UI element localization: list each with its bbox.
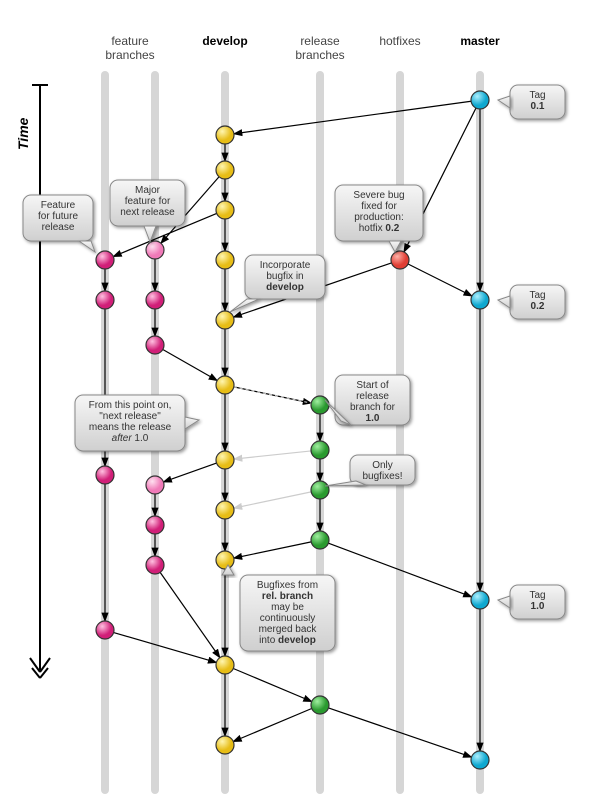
n-hotfix-line3: hotfix 0.2 [359,223,400,234]
edge-f3c-d9 [160,572,220,657]
commit-r4 [311,696,329,714]
commit-d10 [216,736,234,754]
commit-d0 [216,126,234,144]
edge-m0-d0 [234,101,471,134]
n-nextrel-line3: after 1.0 [112,433,149,444]
commit-d5 [216,376,234,394]
n-hotfix-line0: Severe bug [353,190,404,201]
n-merge-back-line4: merged back [259,624,318,635]
n-merge-back-line5: into develop [259,635,316,646]
edge-r1-d6 [234,451,311,459]
edge-r4-d10 [233,708,311,741]
commit-m1 [471,291,489,309]
n-merge-back: Bugfixes fromrel. branchmay becontinuous… [222,565,335,651]
edge-d9-r4 [233,668,311,701]
n-merge-back-line3: continuously [260,613,316,624]
n-incorp-line0: Incorporate [260,260,311,271]
n-merge-back-line1: rel. branch [262,591,313,602]
n-hotfix: Severe bugfixed forproduction:hotfix 0.2 [335,185,423,252]
n-feat-future: Featurefor futurerelease [23,195,95,252]
commit-f2b [96,291,114,309]
commit-d9 [216,656,234,674]
n-nextrel-line1: "next release" [99,411,161,422]
n-merge-back-line0: Bugfixes from [257,580,318,591]
commit-f3c [146,556,164,574]
commit-d1 [216,161,234,179]
edge-r3-d8 [234,542,311,558]
n-nextrel: From this point on,"next release"means t… [75,395,199,451]
commit-r0 [311,396,329,414]
commit-r3 [311,531,329,549]
n-start-rel-line3: 1.0 [366,413,380,424]
commit-d2 [216,201,234,219]
lane-label-feature2: branches [105,48,154,62]
commit-d4 [216,311,234,329]
commit-f1b [146,291,164,309]
commit-d3 [216,251,234,269]
commit-f3b [146,516,164,534]
n-start-rel-line1: release [356,391,389,402]
commit-r1 [311,441,329,459]
commit-d6 [216,451,234,469]
n-hotfix-line2: production: [354,212,403,223]
n-tag01-line0: Tag [529,90,545,101]
n-feat-future-line1: for future [38,211,78,222]
edge-d6-f3a [163,463,216,482]
commit-f3a [146,476,164,494]
n-tag10: Tag1.0 [498,585,565,619]
n-incorp-line1: bugfix in [266,271,303,282]
n-only-bug-line0: Only [372,460,393,471]
commit-m3 [471,751,489,769]
n-tag01-line1: 0.1 [531,101,545,112]
n-nextrel-line2: means the release [89,422,172,433]
commit-r2 [311,481,329,499]
commit-f2c [96,466,114,484]
commit-f2d [96,621,114,639]
n-feat-major-line1: feature for [125,196,171,207]
n-tag01: Tag0.1 [498,85,565,119]
lane-label-feature2: feature [111,34,149,48]
edge-f2d-d9 [114,633,217,663]
n-tag10-line0: Tag [529,590,545,601]
n-start-rel: Start ofreleasebranch for1.0 [325,375,410,425]
n-incorp: Incorporatebugfix indevelop [230,255,325,312]
lane-label-develop: develop [202,34,247,48]
n-only-bug: Onlybugfixes! [325,455,415,486]
n-feat-major-line2: next release [120,207,175,218]
commit-d7 [216,501,234,519]
edge-f1c-d5 [163,349,217,380]
n-start-rel-line0: Start of [356,380,388,391]
n-incorp-line2: develop [266,282,304,293]
time-label: Time [15,117,31,150]
n-hotfix-line1: fixed for [361,201,397,212]
n-feat-major-line0: Major [135,185,161,196]
commit-d8 [216,551,234,569]
lane-label-master: master [460,34,500,48]
commit-f1a [146,241,164,259]
lane-label-hotfix: hotfixes [379,34,420,48]
n-merge-back-line2: may be [271,602,304,613]
n-only-bug-line1: bugfixes! [362,471,402,482]
n-feat-major: Majorfeature fornext release [110,180,185,242]
lane-label-release: release [300,34,340,48]
n-tag02-line0: Tag [529,290,545,301]
n-tag02: Tag0.2 [498,285,565,319]
edge-r2-d7 [234,492,311,508]
n-start-rel-line2: branch for [350,402,396,413]
edge-h0-m1 [408,264,472,296]
n-feat-future-line0: Feature [41,200,76,211]
commit-f1c [146,336,164,354]
commit-m2 [471,591,489,609]
lane-label-release: branches [295,48,344,62]
n-feat-future-line2: release [42,222,75,233]
n-tag02-line1: 0.2 [531,301,545,312]
commit-f2a [96,251,114,269]
n-tag10-line1: 1.0 [531,601,545,612]
commit-h0 [391,251,409,269]
commit-m0 [471,91,489,109]
n-nextrel-line0: From this point on, [89,400,172,411]
